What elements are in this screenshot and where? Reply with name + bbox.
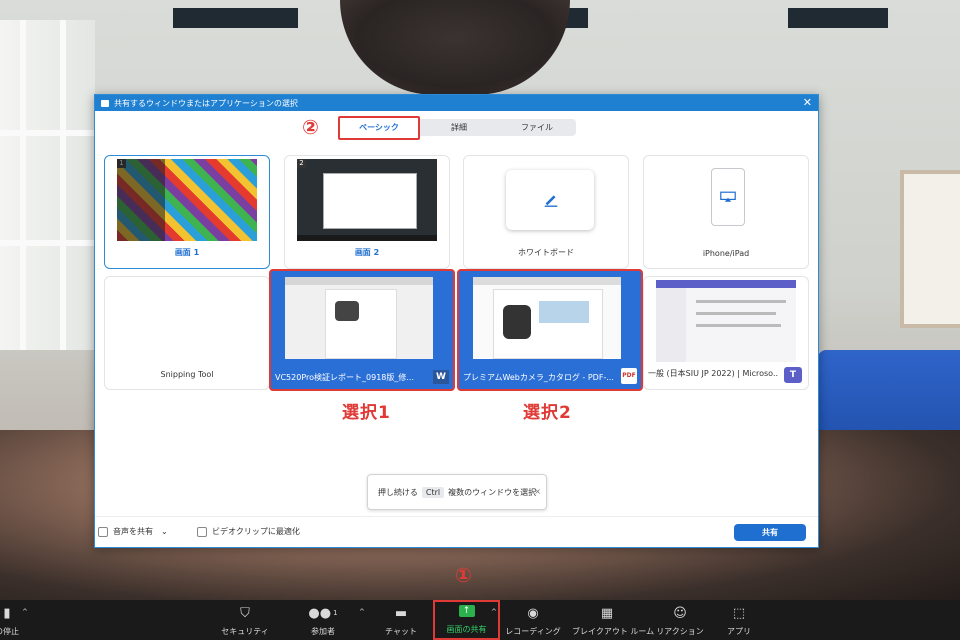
security-button[interactable]: ⛉ セキュリティ [210, 604, 280, 637]
wall-poster [900, 170, 960, 328]
pdf-icon: PDF [621, 368, 637, 384]
tab-files[interactable]: ファイル [498, 119, 576, 136]
tab-advanced[interactable]: 詳細 [420, 119, 498, 136]
participants-options-caret[interactable]: ^ [359, 608, 365, 616]
iphone-ipad-label: iPhone/iPad [702, 249, 750, 258]
meeting-toolbar: ▮ の停止 ^ ⛉ セキュリティ ●●1 参加者 ^ ▬ チャット ↑ 画面の共… [0, 600, 960, 640]
word-window-label: VC520Pro検証レポート_0918版_修... [275, 373, 415, 382]
apps-label: アプリ [727, 627, 751, 636]
chevron-down-icon[interactable]: ⌄ [161, 527, 168, 536]
share-audio-checkbox[interactable] [98, 526, 108, 537]
stop-video-label: の停止 [0, 627, 19, 636]
chat-button[interactable]: ▬ チャット [366, 604, 436, 637]
close-icon[interactable]: ✕ [803, 95, 812, 111]
ceiling-light [173, 8, 298, 28]
word-window-card[interactable]: VC520Pro検証レポート_0918版_修... W [269, 269, 455, 391]
breakout-icon: ▦ [600, 605, 614, 621]
person-head [340, 0, 570, 95]
dialog-title: 共有するウィンドウまたはアプリケーションの選択 [114, 98, 298, 108]
screen-1-thumbnail: 1 [117, 159, 257, 241]
tooltip-prefix: 押し続ける [377, 487, 418, 497]
screen-2-label: 画面 2 [354, 248, 380, 257]
multi-select-tooltip: 押し続ける Ctrl 複数のウィンドウを選択 × [367, 474, 547, 510]
optimize-video-checkbox[interactable] [197, 526, 207, 537]
share-tabs: ベーシック 詳細 ファイル [338, 116, 576, 140]
iphone-ipad-card[interactable]: iPhone/iPad [643, 155, 809, 269]
share-audio-label: 音声を共有 [113, 527, 153, 536]
tooltip-suffix: 複数のウィンドウを選択 [448, 487, 537, 497]
step-2-badge: ② [302, 115, 319, 139]
whiteboard-label: ホワイトボード [518, 248, 574, 257]
pen-icon [544, 195, 558, 207]
recording-label: レコーディング [505, 627, 561, 636]
pdf-window-label: プレミアムWebカメラ_カタログ - PDF-... [463, 373, 614, 382]
participants-label: 参加者 [311, 627, 335, 636]
screen-number: 2 [297, 159, 306, 168]
word-icon: W [433, 370, 449, 384]
stop-video-button[interactable]: ▮ の停止 [0, 604, 42, 637]
optimize-video-option[interactable]: ビデオクリップに最適化 [197, 526, 300, 537]
apps-button[interactable]: ⬚ アプリ [704, 604, 774, 637]
iphone-icon [711, 168, 745, 226]
share-options-caret[interactable]: ^ [491, 608, 497, 616]
record-icon: ◉ [527, 605, 539, 621]
screen-2-thumbnail: 2 [297, 159, 437, 241]
share-screen-icon: ↑ [435, 602, 498, 620]
zoom-app-icon [101, 99, 109, 107]
teams-window-thumbnail [656, 280, 796, 362]
airplay-icon [720, 191, 736, 202]
apps-icon: ⬚ [732, 605, 746, 621]
tooltip-close-icon[interactable]: × [534, 487, 541, 496]
word-window-thumbnail [285, 277, 433, 359]
participants-button[interactable]: ●● 1 参加者 [288, 604, 358, 637]
tab-basic[interactable]: ベーシック [338, 116, 420, 140]
breakout-rooms-button[interactable]: ▦ ブレイクアウト ルーム [572, 604, 655, 637]
shield-icon: ⛉ [240, 605, 250, 621]
video-stop-icon: ▮ [3, 605, 11, 621]
screen-1-card[interactable]: 1 画面 1 [104, 155, 270, 269]
pdf-window-thumbnail [473, 277, 621, 359]
teams-icon: T [784, 367, 802, 383]
participant-count: 1 [333, 609, 338, 617]
whiteboard-card[interactable]: ホワイトボード [463, 155, 629, 269]
recording-button[interactable]: ◉ レコーディング [498, 604, 568, 637]
snipping-tool-label: Snipping Tool [160, 370, 214, 379]
share-screen-button[interactable]: ↑ 画面の共有 [433, 600, 500, 640]
share-audio-option[interactable]: 音声を共有 ⌄ [98, 526, 168, 537]
teams-window-card[interactable]: 一般 (日本SIU JP 2022) | Microso... T [643, 276, 809, 390]
ceiling-light [788, 8, 888, 28]
pdf-window-card[interactable]: プレミアムWebカメラ_カタログ - PDF-... PDF [457, 269, 643, 391]
security-label: セキュリティ [221, 627, 269, 636]
optimize-video-label: ビデオクリップに最適化 [212, 527, 300, 536]
participants-icon: ●● 1 [308, 605, 338, 621]
screen-2-card[interactable]: 2 画面 2 [284, 155, 450, 269]
share-screen-label: 画面の共有 [446, 625, 487, 634]
dialog-footer: 音声を共有 ⌄ ビデオクリップに最適化 共有 [95, 516, 818, 547]
teams-window-label: 一般 (日本SIU JP 2022) | Microso... [648, 369, 778, 378]
dialog-titlebar: 共有するウィンドウまたはアプリケーションの選択 ✕ [95, 95, 818, 111]
ctrl-key-badge: Ctrl [421, 486, 445, 498]
step-1-badge: ① [455, 563, 472, 587]
background-window [0, 20, 95, 350]
breakout-rooms-label: ブレイクアウト ルーム [572, 627, 655, 636]
selection-2-caption: 選択2 [523, 403, 572, 423]
video-options-caret[interactable]: ^ [22, 608, 28, 616]
screen-1-label: 画面 1 [174, 248, 200, 257]
selection-1-caption: 選択1 [342, 403, 391, 423]
snipping-tool-card[interactable]: Snipping Tool [104, 276, 270, 390]
chat-icon: ▬ [394, 605, 408, 621]
share-button[interactable]: 共有 [734, 524, 806, 541]
chat-label: チャット [385, 627, 417, 636]
whiteboard-tile [506, 170, 594, 230]
